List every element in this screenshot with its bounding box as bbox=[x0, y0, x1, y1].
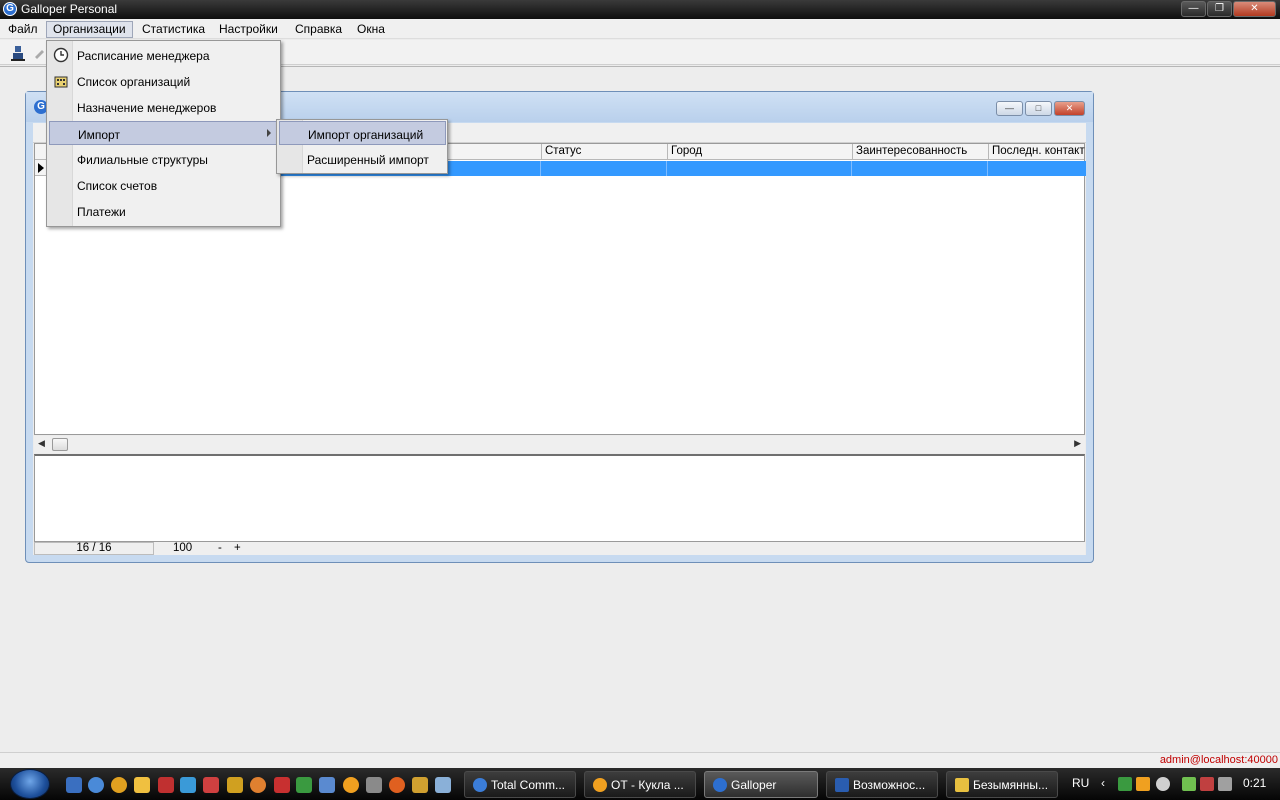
menu-help[interactable]: Справка bbox=[288, 21, 349, 38]
task-aimp[interactable]: ОТ - Кукла ... bbox=[584, 771, 696, 798]
building-icon bbox=[53, 73, 69, 89]
scroll-right-icon[interactable]: ▶ bbox=[1074, 438, 1081, 449]
record-position: 16 / 16 bbox=[34, 542, 154, 555]
app-status-bar: admin@localhost:40000 bbox=[0, 752, 1280, 768]
tray-expand-icon[interactable]: ‹ bbox=[1101, 776, 1105, 790]
child-minimize-button[interactable]: — bbox=[996, 101, 1023, 116]
scroll-thumb[interactable] bbox=[52, 438, 68, 451]
clock[interactable]: 0:21 bbox=[1243, 776, 1266, 790]
calculator-icon[interactable] bbox=[366, 777, 382, 793]
media-player-icon[interactable] bbox=[134, 777, 150, 793]
menu-file[interactable]: Файл bbox=[1, 21, 45, 38]
aimp-icon bbox=[593, 778, 607, 792]
language-indicator[interactable]: RU bbox=[1072, 776, 1089, 790]
menu-item-manager-assignment[interactable]: Назначение менеджеров bbox=[49, 95, 278, 119]
aimp-quicklaunch-icon[interactable] bbox=[343, 777, 359, 793]
total-commander-icon bbox=[473, 778, 487, 792]
detail-panel bbox=[34, 454, 1085, 542]
record-status-bar: 16 / 16 100 - + bbox=[34, 542, 1085, 555]
task-galloper[interactable]: Galloper bbox=[704, 771, 818, 798]
child-maximize-button[interactable]: □ bbox=[1025, 101, 1052, 116]
menu-settings[interactable]: Настройки bbox=[212, 21, 285, 38]
folder-icon[interactable] bbox=[412, 777, 428, 793]
close-button[interactable]: ✕ bbox=[1233, 1, 1276, 17]
tray-battery-icon[interactable] bbox=[1182, 777, 1196, 791]
menu-organizations[interactable]: Организации bbox=[46, 21, 133, 38]
mail-icon[interactable] bbox=[250, 777, 266, 793]
info-icon[interactable] bbox=[111, 777, 127, 793]
tray-clock-icon[interactable] bbox=[1156, 777, 1170, 791]
task-total-commander[interactable]: Total Comm... bbox=[464, 771, 576, 798]
start-button[interactable] bbox=[10, 769, 50, 799]
firefox-icon[interactable] bbox=[389, 777, 405, 793]
tray-network-icon[interactable] bbox=[1200, 777, 1214, 791]
menu-item-import[interactable]: Импорт bbox=[49, 121, 278, 145]
scroll-left-icon[interactable]: ◀ bbox=[38, 438, 45, 449]
user-icon[interactable] bbox=[10, 45, 26, 61]
tray-volume-icon[interactable] bbox=[1218, 777, 1232, 791]
task-paint[interactable]: Безымянны... bbox=[946, 771, 1058, 798]
page-size-increase-button[interactable]: + bbox=[234, 542, 241, 555]
galloper-icon bbox=[713, 778, 727, 792]
menu-statistics[interactable]: Статистика bbox=[135, 21, 212, 38]
menu-item-import-organizations[interactable]: Импорт организаций bbox=[279, 121, 446, 145]
menu-item-payments[interactable]: Платежи bbox=[49, 199, 278, 223]
current-row-arrow-icon bbox=[38, 163, 44, 173]
tray-aimp-icon[interactable] bbox=[1136, 777, 1150, 791]
column-city[interactable]: Город bbox=[667, 144, 852, 160]
notepad-icon[interactable] bbox=[203, 777, 219, 793]
organizations-dropdown-menu: Расписание менеджера Список организаций … bbox=[46, 40, 281, 227]
acrobat-icon[interactable] bbox=[274, 777, 290, 793]
import-submenu: Импорт организаций Расширенный импорт bbox=[276, 119, 448, 174]
word-icon bbox=[835, 778, 849, 792]
page-size: 100 bbox=[173, 542, 193, 554]
browser-icon[interactable] bbox=[88, 777, 104, 793]
taskbar: Total Comm... ОТ - Кукла ... Galloper Во… bbox=[0, 768, 1280, 800]
restore-button[interactable]: ❐ bbox=[1207, 1, 1232, 17]
horizontal-scrollbar[interactable]: ◀ ▶ bbox=[34, 436, 1085, 453]
column-status[interactable]: Статус bbox=[541, 144, 667, 160]
task-word[interactable]: Возможнос... bbox=[826, 771, 938, 798]
clock-icon bbox=[53, 47, 69, 63]
opera-icon[interactable] bbox=[158, 777, 174, 793]
window-title: Galloper Personal bbox=[21, 2, 118, 16]
menu-bar: Файл Организации Статистика Настройки Сп… bbox=[0, 19, 1280, 39]
column-interest[interactable]: Заинтересованность bbox=[852, 144, 988, 160]
galloper-app-icon: G bbox=[3, 2, 17, 16]
network-icon[interactable] bbox=[319, 777, 335, 793]
page-size-decrease-button[interactable]: - bbox=[218, 542, 222, 555]
connection-user: admin@localhost:40000 bbox=[1159, 754, 1278, 766]
title-bar: G Galloper Personal — ❐ ✕ bbox=[0, 0, 1280, 19]
minimize-button[interactable]: — bbox=[1181, 1, 1206, 17]
column-last-contact[interactable]: Последн. контакт bbox=[988, 144, 1086, 160]
menu-item-extended-import[interactable]: Расширенный импорт bbox=[279, 147, 446, 171]
tools-icon[interactable] bbox=[296, 777, 312, 793]
menu-item-invoice-list[interactable]: Список счетов bbox=[49, 173, 278, 197]
document-icon[interactable] bbox=[435, 777, 451, 793]
show-desktop-icon[interactable] bbox=[66, 777, 82, 793]
tray-check-icon[interactable] bbox=[1118, 777, 1132, 791]
menu-windows[interactable]: Окна bbox=[350, 21, 392, 38]
paint-icon bbox=[955, 778, 969, 792]
users-icon[interactable] bbox=[180, 777, 196, 793]
menu-item-manager-schedule[interactable]: Расписание менеджера bbox=[49, 43, 278, 67]
child-close-button[interactable]: ✕ bbox=[1054, 101, 1085, 116]
menu-item-organization-list[interactable]: Список организаций bbox=[49, 69, 278, 93]
menu-item-branch-structures[interactable]: Филиальные структуры bbox=[49, 147, 278, 171]
submenu-arrow-icon bbox=[267, 129, 271, 137]
font-icon[interactable] bbox=[227, 777, 243, 793]
